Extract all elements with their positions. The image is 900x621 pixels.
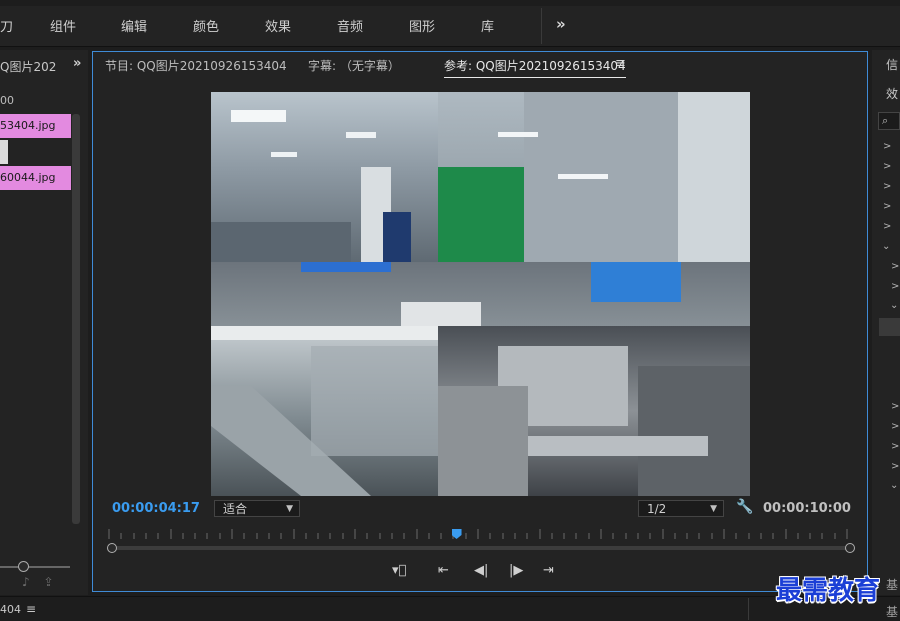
collage-tile <box>211 92 438 262</box>
menu-item-assembly[interactable]: 组件 <box>50 16 76 35</box>
waiting-seats-graphic <box>438 346 750 496</box>
project-zoom-track[interactable] <box>0 566 70 568</box>
chevron-right-icon[interactable]: > <box>883 141 891 152</box>
project-panel-tab[interactable]: Q图片202 <box>0 58 56 75</box>
menu-item-edit[interactable]: 编辑 <box>121 16 147 35</box>
watermark: 最需教育 <box>776 576 881 606</box>
chevron-right-icon[interactable]: > <box>883 221 891 232</box>
menu-item-library[interactable]: 库 <box>481 16 494 35</box>
project-timecode: 00 <box>0 94 14 107</box>
add-marker-icon[interactable]: ▾⃝ <box>392 563 406 578</box>
chevron-right-icon[interactable]: > <box>883 201 891 212</box>
export-icon[interactable]: ⇪ <box>44 575 54 589</box>
panel-menu-icon[interactable]: ≡ <box>615 56 626 71</box>
panel-divider <box>748 598 749 620</box>
chevron-right-icon[interactable]: > <box>891 261 899 272</box>
current-timecode[interactable]: 00:00:04:17 <box>112 501 200 516</box>
tab-program[interactable]: 节目: QQ图片20210926153404 <box>105 57 287 74</box>
more-workspaces-icon[interactable]: » <box>556 15 566 33</box>
collage-tile <box>438 326 750 496</box>
clip-item[interactable]: 53404.jpg <box>0 114 71 138</box>
chevron-right-icon[interactable]: > <box>891 461 899 472</box>
chevron-right-icon[interactable]: > <box>891 441 899 452</box>
project-zoom-handle[interactable] <box>18 561 29 572</box>
time-ruler[interactable] <box>108 527 848 541</box>
chevron-right-icon[interactable]: > <box>883 181 891 192</box>
chevron-right-icon[interactable]: > <box>891 401 899 412</box>
mark-out-icon[interactable]: ⇥ <box>543 563 554 578</box>
chevron-down-icon: ▼ <box>286 504 293 514</box>
mark-in-icon[interactable]: ⇤ <box>438 563 449 578</box>
duration-timecode: 00:00:10:00 <box>763 501 851 516</box>
clip-thumbnail[interactable] <box>0 140 8 164</box>
playback-resolution-dropdown[interactable]: 1/2 ▼ <box>638 500 724 517</box>
chevron-down-icon: ▼ <box>710 504 717 514</box>
info-tab[interactable]: 信 <box>886 56 898 73</box>
collage-tile <box>211 262 750 336</box>
menu-item-graphics[interactable]: 图形 <box>409 16 435 35</box>
music-note-icon[interactable]: ♪ <box>22 575 30 589</box>
chevron-down-icon[interactable]: ⌄ <box>890 300 898 311</box>
menu-item-0[interactable]: 刀 <box>0 16 13 35</box>
menu-divider <box>541 8 542 44</box>
wrench-icon[interactable]: 🔧 <box>736 499 753 515</box>
workspace-menu-bar: 刀 组件 编辑 颜色 效果 音频 图形 库 » <box>0 6 900 47</box>
search-icon: ⌕ <box>882 114 889 127</box>
project-more-icon[interactable]: » <box>73 56 81 71</box>
hall-strip-graphic <box>301 262 681 332</box>
tab-captions[interactable]: 字幕: （无字幕） <box>308 57 400 74</box>
menu-item-effects[interactable]: 效果 <box>265 16 291 35</box>
clip-item[interactable]: 60044.jpg <box>0 166 71 190</box>
ceiling-lights-graphic <box>211 110 411 262</box>
menu-item-color[interactable]: 颜色 <box>193 16 219 35</box>
step-back-icon[interactable]: ◀| <box>474 563 488 578</box>
project-footer-icons: ♪ ⇪ <box>22 575 54 589</box>
collage-tile <box>211 326 438 496</box>
zoom-fit-value: 适合 <box>223 502 248 516</box>
essential-sound-tab[interactable]: 基 <box>886 603 898 620</box>
chevron-down-icon[interactable]: ⌄ <box>882 241 890 252</box>
zoom-handle-right[interactable] <box>845 543 855 553</box>
video-frame <box>211 92 750 496</box>
monitor-zoom-scrollbar[interactable] <box>108 546 852 550</box>
menu-item-audio[interactable]: 音频 <box>337 16 363 35</box>
station-sign-graphic <box>438 92 750 262</box>
timeline-menu-icon[interactable]: ≡ <box>26 602 36 616</box>
chevron-right-icon[interactable]: > <box>891 281 899 292</box>
timeline-header <box>0 596 900 621</box>
essential-panel-tab[interactable]: 基 <box>886 576 898 593</box>
collage-tile <box>438 92 750 262</box>
chevron-right-icon[interactable]: > <box>883 161 891 172</box>
tab-reference[interactable]: 参考: QQ图片20210926153404 <box>444 57 626 78</box>
chevron-down-icon[interactable]: ⌄ <box>890 480 898 491</box>
zoom-handle-left[interactable] <box>107 543 117 553</box>
effects-search-input[interactable]: ⌕ <box>878 112 900 130</box>
chevron-right-icon[interactable]: > <box>891 421 899 432</box>
zoom-fit-dropdown[interactable]: 适合 ▼ <box>214 500 300 517</box>
step-forward-icon[interactable]: |▶ <box>509 563 523 578</box>
effects-tab[interactable]: 效 <box>886 85 898 102</box>
escalator-graphic <box>211 326 438 496</box>
timeline-tab[interactable]: 404 <box>0 603 21 616</box>
effects-selected-row[interactable] <box>879 318 900 336</box>
resolution-value: 1/2 <box>647 502 667 516</box>
project-scrollbar[interactable] <box>72 114 80 524</box>
